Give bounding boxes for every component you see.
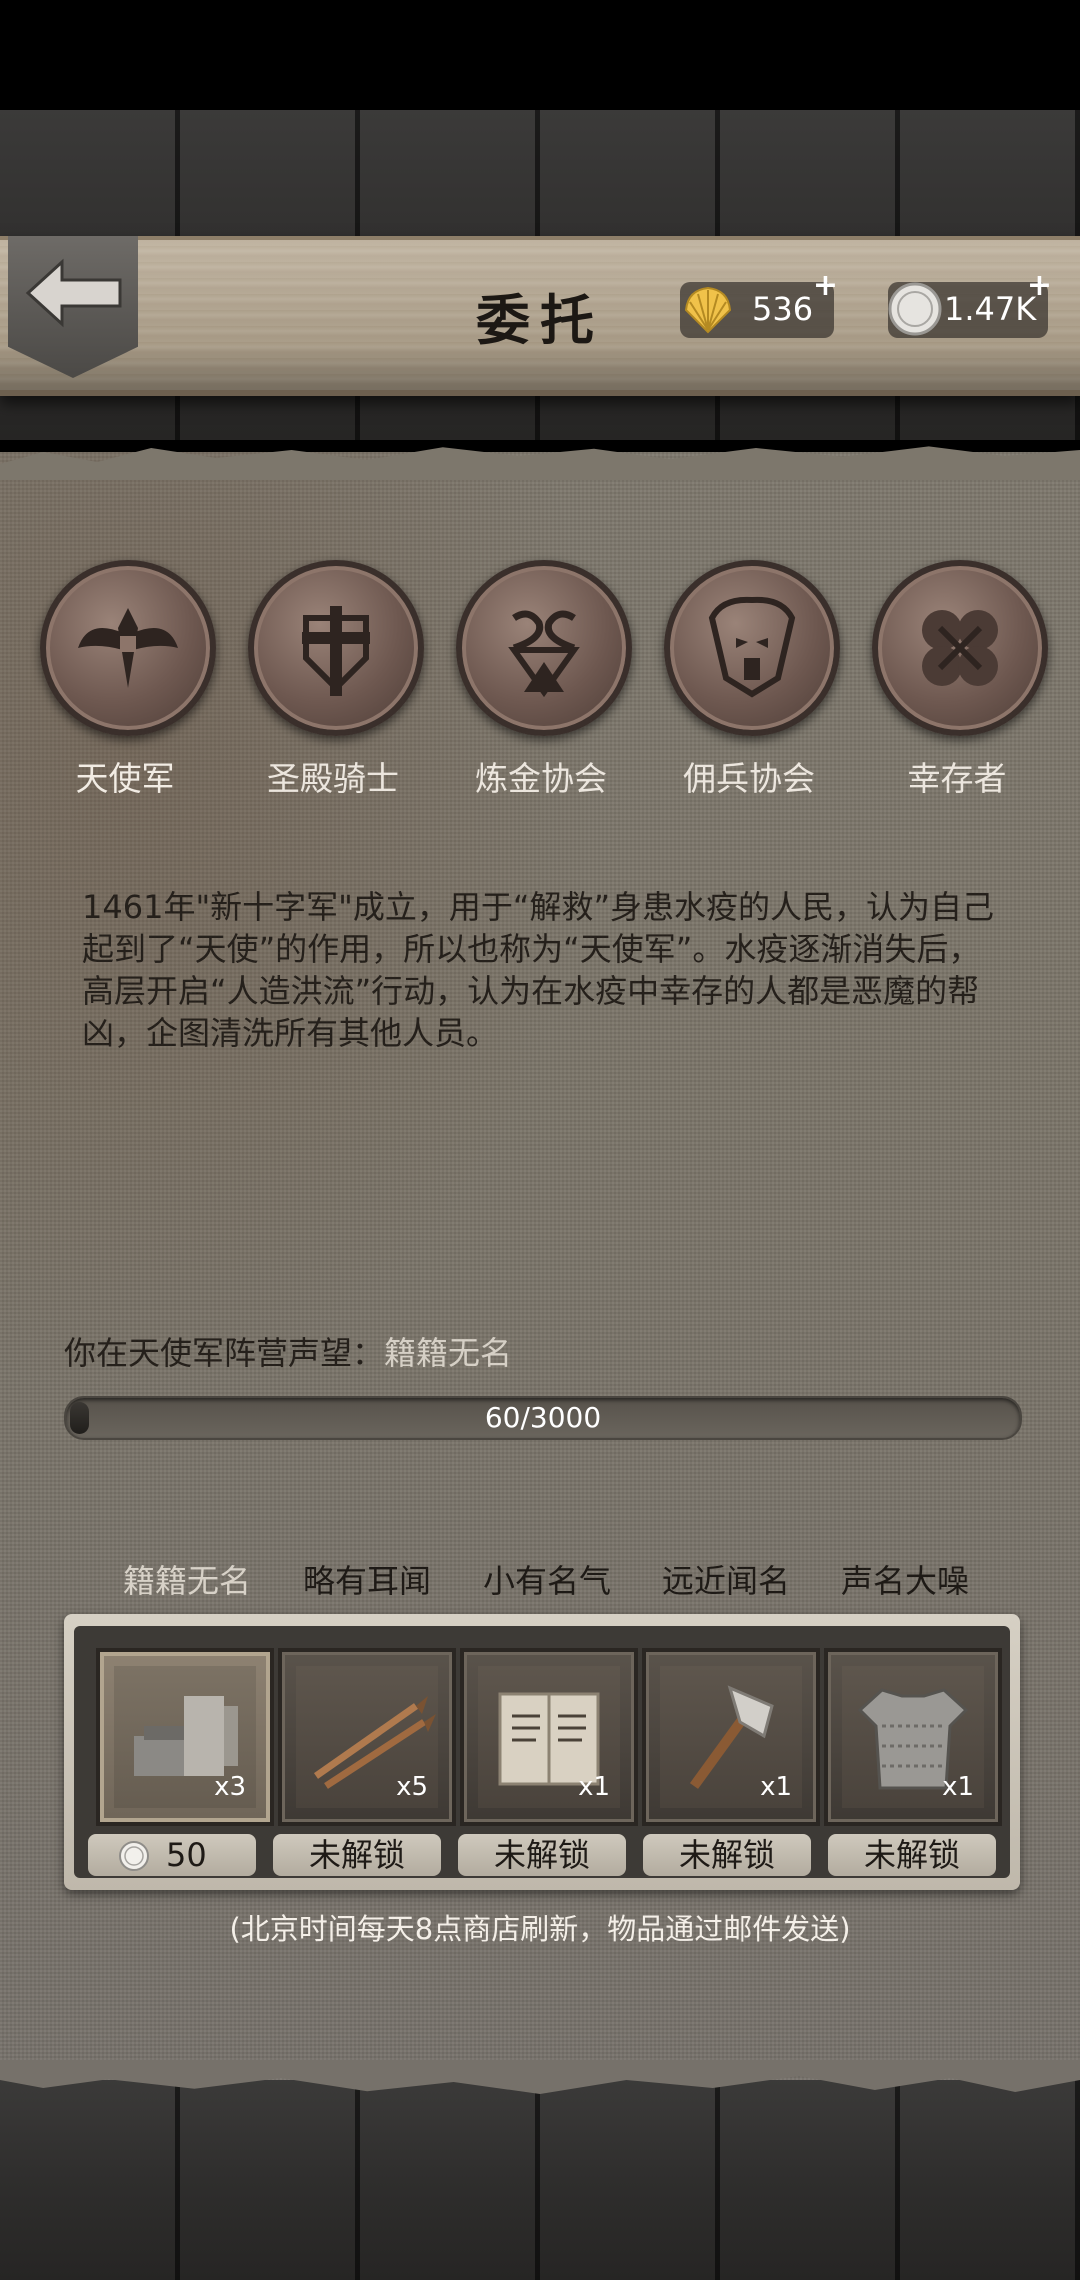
- faction-tab-mercenary[interactable]: 佣兵协会: [664, 560, 840, 800]
- item-quantity: x1: [760, 1772, 792, 1802]
- reputation-progress-text: 60/3000: [484, 1401, 602, 1434]
- coin-amount: 1.47K: [944, 290, 1037, 328]
- reputation-level: 籍籍无名: [384, 1334, 513, 1372]
- reputation-progress-bar: 60/3000: [64, 1396, 1022, 1440]
- tier-label: 小有名气: [482, 1562, 611, 1600]
- reputation-prefix: 你在天使军阵营声望：: [64, 1334, 385, 1372]
- buy-button[interactable]: 50: [88, 1834, 256, 1876]
- add-shells-icon[interactable]: +: [813, 268, 838, 303]
- shop-slot-axe[interactable]: x1: [642, 1648, 820, 1826]
- faction-description: 1461年"新十字军"成立，用于“解救”身患水疫的人民，认为自己起到了“天使”的…: [82, 888, 995, 1052]
- shop-slot-chainmail[interactable]: x1: [824, 1648, 1002, 1826]
- shop-slot-scroll[interactable]: x1: [460, 1648, 638, 1826]
- faction-label: 幸存者: [907, 759, 1007, 798]
- silver-coin-icon: [119, 1841, 149, 1871]
- shell-currency[interactable]: 536 +: [680, 268, 838, 338]
- tier-label: 声名大噪: [840, 1562, 969, 1600]
- coin-currency[interactable]: 1.47K +: [888, 268, 1052, 338]
- tier-label: 略有耳闻: [302, 1562, 431, 1600]
- horned-mask-emblem-icon: [664, 560, 840, 736]
- shop-refresh-note: (北京时间每天8点商店刷新，物品通过邮件发送): [229, 1912, 851, 1946]
- locked-button[interactable]: 未解锁: [458, 1834, 626, 1876]
- clover-emblem-icon: [872, 560, 1048, 736]
- reputation-line: 你在天使军阵营声望：籍籍无名: [64, 1328, 512, 1374]
- faction-tab-angel-army[interactable]: 天使军: [40, 560, 216, 800]
- faction-tab-alchemy[interactable]: 炼金协会: [456, 560, 632, 800]
- reward-shop-panel: x3 x5 x1 x1 x1 50 未解锁 未解锁 未解锁 未解锁: [64, 1614, 1020, 1890]
- shell-amount: 536: [752, 290, 814, 328]
- parchment-torn-edge-top: [0, 446, 1080, 480]
- alchemy-serpent-emblem-icon: [456, 560, 632, 736]
- item-quantity: x3: [214, 1772, 246, 1802]
- cross-shield-emblem-icon: [248, 560, 424, 736]
- back-arrow-icon: [25, 258, 122, 328]
- locked-button[interactable]: 未解锁: [273, 1834, 441, 1876]
- faction-label: 佣兵协会: [683, 759, 815, 798]
- faction-label: 炼金协会: [475, 759, 607, 798]
- tier-label: 籍籍无名: [122, 1562, 251, 1600]
- shop-slot-bolts[interactable]: x5: [278, 1648, 456, 1826]
- angel-wings-emblem-icon: [40, 560, 216, 736]
- locked-button[interactable]: 未解锁: [643, 1834, 811, 1876]
- silver-coin-icon: [888, 282, 942, 336]
- reward-shop-inner: x3 x5 x1 x1 x1 50 未解锁 未解锁 未解锁 未解锁: [74, 1626, 1010, 1878]
- faction-label: 圣殿骑士: [267, 759, 399, 798]
- shell-icon: [684, 286, 732, 334]
- locked-button[interactable]: 未解锁: [828, 1834, 996, 1876]
- item-quantity: x5: [396, 1772, 428, 1802]
- status-bar-area: [0, 0, 1080, 110]
- faction-label: 天使军: [75, 759, 175, 798]
- item-quantity: x1: [942, 1772, 974, 1802]
- add-coins-icon[interactable]: +: [1027, 268, 1052, 303]
- item-quantity: x1: [578, 1772, 610, 1802]
- faction-tab-templar[interactable]: 圣殿骑士: [248, 560, 424, 800]
- item-price: 50: [166, 1836, 207, 1874]
- wood-background-bottom: [0, 2080, 1080, 2280]
- shop-slot-anvil[interactable]: x3: [96, 1648, 274, 1826]
- faction-tab-survivor[interactable]: 幸存者: [872, 560, 1048, 800]
- tier-label: 远近闻名: [661, 1562, 790, 1600]
- page-title: 委托: [476, 288, 604, 352]
